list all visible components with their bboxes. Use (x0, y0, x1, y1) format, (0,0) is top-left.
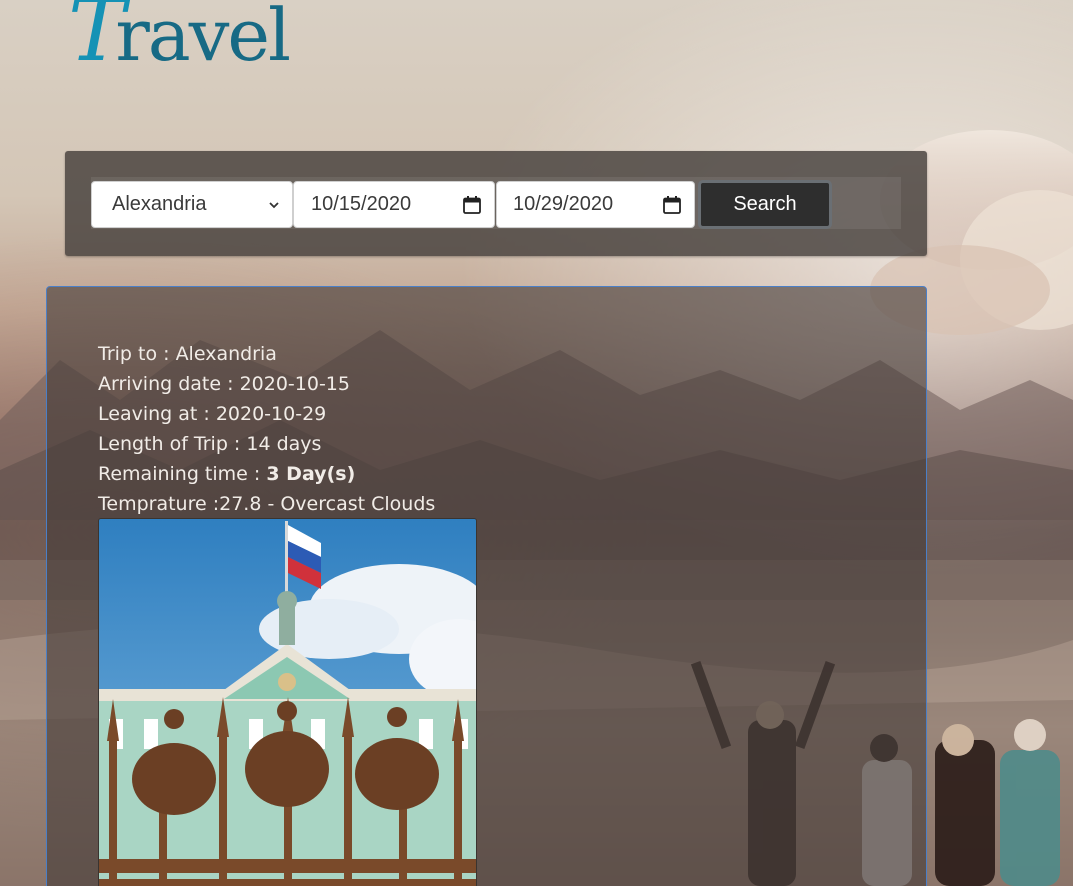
trip-destination-label: Trip to : (98, 343, 176, 365)
destination-photo-image (99, 519, 476, 886)
city-select[interactable]: Alexandria (91, 181, 293, 228)
trip-length-value: 14 days (246, 433, 322, 455)
trip-result-card: Trip to : Alexandria Arriving date : 202… (46, 286, 927, 886)
trip-length: Length of Trip : 14 days (98, 429, 435, 459)
temperature-value: 27.8 - Overcast Clouds (219, 493, 436, 515)
leaving-date: Leaving at : 2020-10-29 (98, 399, 435, 429)
search-button[interactable]: Search (698, 180, 832, 229)
departure-date-value: 10/29/2020 (513, 193, 614, 215)
arrival-date-input[interactable]: 10/15/2020 (293, 181, 495, 228)
arriving-date-label: Arriving date : (98, 373, 240, 395)
departure-date-input[interactable]: 10/29/2020 (496, 181, 695, 228)
city-select-value: Alexandria (112, 193, 207, 215)
leaving-date-label: Leaving at : (98, 403, 216, 425)
travel-logo[interactable]: Travel (68, 0, 291, 77)
destination-photo (98, 518, 477, 886)
trip-destination-value: Alexandria (175, 343, 277, 365)
arrival-date-value: 10/15/2020 (311, 193, 412, 215)
arriving-date-value: 2020-10-15 (239, 373, 350, 395)
trip-info: Trip to : Alexandria Arriving date : 202… (98, 339, 435, 519)
calendar-icon[interactable] (662, 195, 682, 215)
remaining-time-label: Remaining time : (98, 463, 267, 485)
remaining-time: Remaining time : 3 Day(s) (98, 459, 435, 489)
temperature: Temprature :27.8 - Overcast Clouds (98, 489, 435, 519)
temperature-label: Temprature : (98, 493, 220, 515)
trip-destination: Trip to : Alexandria (98, 339, 435, 369)
remaining-time-value: 3 Day(s) (266, 463, 356, 485)
leaving-date-value: 2020-10-29 (215, 403, 327, 425)
arriving-date: Arriving date : 2020-10-15 (98, 369, 435, 399)
trip-length-label: Length of Trip : (98, 433, 247, 455)
calendar-icon[interactable] (462, 195, 482, 215)
search-panel: Alexandria 10/15/2020 10/29/2020 Search (65, 151, 927, 256)
chevron-down-icon (269, 201, 279, 208)
logo-text: ravel (115, 0, 291, 77)
